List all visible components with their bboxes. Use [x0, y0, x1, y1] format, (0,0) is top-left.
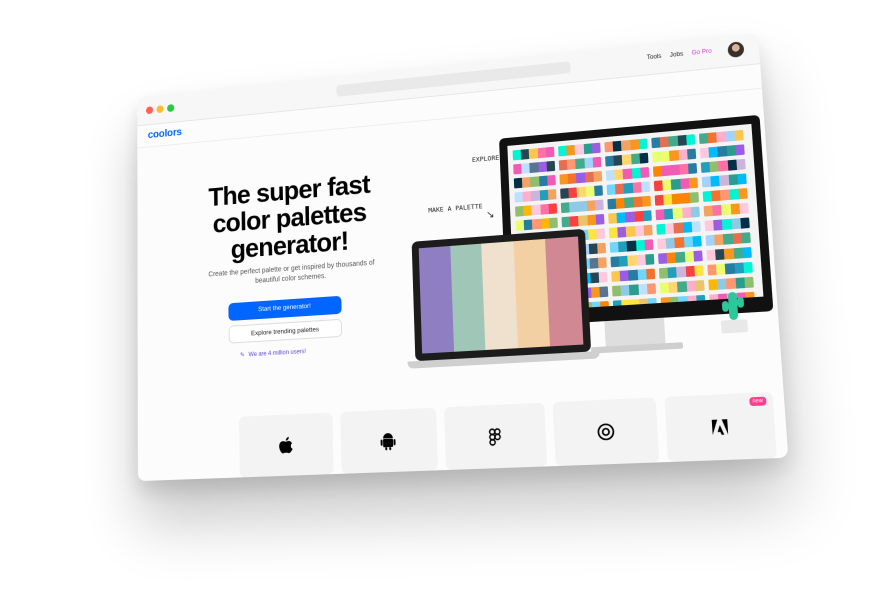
mini-palette [656, 221, 701, 235]
chrome-extension-card[interactable] [552, 397, 660, 467]
android-icon [340, 431, 437, 458]
hero-title: The super fast color palettes generator! [208, 169, 371, 265]
make-palette-arrow-icon: ↘ [485, 209, 495, 222]
mini-palette [515, 217, 558, 231]
laptop-palette-swatch [545, 236, 584, 347]
adobe-extension-card[interactable]: new [664, 391, 777, 463]
mini-palette [652, 162, 698, 177]
avatar[interactable] [727, 41, 745, 59]
nav-gopro-link[interactable]: Go Pro [691, 49, 712, 57]
mini-palette [513, 160, 556, 175]
android-app-card[interactable] [339, 407, 439, 474]
mini-palette [660, 294, 706, 309]
laptop-illustration [411, 228, 592, 362]
laptop-palette-swatch [513, 238, 551, 349]
mini-palette [653, 177, 699, 192]
adobe-icon [666, 416, 775, 442]
mini-palette [654, 191, 700, 206]
mini-palette [703, 202, 749, 217]
apple-icon [239, 435, 333, 461]
mini-palette [514, 189, 557, 203]
mini-palette [558, 156, 602, 171]
mini-palette [702, 188, 748, 203]
browser-window: Tools Jobs Go Pro coolors The super fast… [137, 32, 789, 482]
mini-palette [610, 253, 655, 268]
mini-palette [559, 170, 603, 185]
mini-palette [605, 167, 650, 181]
mini-palette [705, 232, 751, 246]
close-window-icon[interactable] [146, 106, 154, 115]
make-palette-annotation: MAKE A PALETTE [428, 202, 483, 215]
mini-palette [560, 185, 603, 199]
minimize-window-icon[interactable] [156, 105, 164, 114]
mini-palette [657, 235, 702, 250]
start-generator-button[interactable]: Start the generator! [228, 295, 342, 321]
mini-palette [512, 146, 555, 161]
mini-palette [706, 247, 752, 261]
mini-palette [513, 174, 556, 189]
nav-jobs-link[interactable]: Jobs [670, 52, 684, 59]
mini-palette [606, 181, 651, 196]
maximize-window-icon[interactable] [167, 104, 175, 113]
mini-palette [558, 142, 601, 157]
coolors-logo[interactable]: coolors [148, 127, 182, 142]
mini-palette [609, 239, 654, 253]
figma-icon [445, 426, 546, 453]
mini-palette [655, 206, 700, 221]
mini-palette [652, 148, 697, 163]
mini-palette [658, 250, 703, 265]
laptop-palette-swatch [481, 241, 518, 351]
mini-palette [707, 261, 753, 276]
mini-palette [700, 158, 746, 173]
million-users-text: We are 4 million users! [248, 349, 307, 359]
mini-palette [708, 276, 754, 291]
mini-palette [515, 203, 558, 217]
mini-palette [605, 152, 649, 167]
mini-palette [658, 265, 704, 279]
mini-palette [608, 210, 652, 224]
mini-palette [607, 195, 652, 210]
mini-palette [612, 297, 657, 312]
mini-palette [699, 144, 745, 159]
apple-app-card[interactable] [239, 412, 334, 478]
million-users-note[interactable]: ✎ We are 4 million users! [240, 348, 306, 359]
mini-palette [612, 283, 657, 297]
laptop-palette-swatch [418, 245, 454, 354]
mini-palette [604, 138, 648, 153]
mini-palette [698, 129, 744, 145]
platform-cards: new [239, 391, 777, 478]
explore-palettes-button[interactable]: Explore trending palettes [228, 318, 343, 344]
mini-palette [608, 224, 653, 239]
mini-palette [611, 268, 656, 282]
cactus-pot [720, 319, 749, 334]
party-popper-icon: ✎ [240, 352, 245, 359]
nav-tools-link[interactable]: Tools [647, 54, 662, 62]
explore-annotation: EXPLORE [471, 153, 500, 165]
new-badge: new [748, 396, 767, 407]
laptop-palette-swatch [449, 243, 486, 352]
mini-palette [561, 213, 605, 228]
figma-plugin-card[interactable] [444, 402, 547, 471]
mini-palette [651, 134, 696, 149]
mini-palette [704, 217, 750, 232]
mini-palette [659, 280, 705, 294]
chrome-icon [553, 421, 658, 447]
top-navigation: Tools Jobs Go Pro [647, 49, 712, 62]
mini-palette [701, 173, 747, 188]
scene: Tools Jobs Go Pro coolors The super fast… [0, 0, 874, 593]
laptop-palette [418, 236, 584, 354]
mini-palette [560, 199, 604, 214]
